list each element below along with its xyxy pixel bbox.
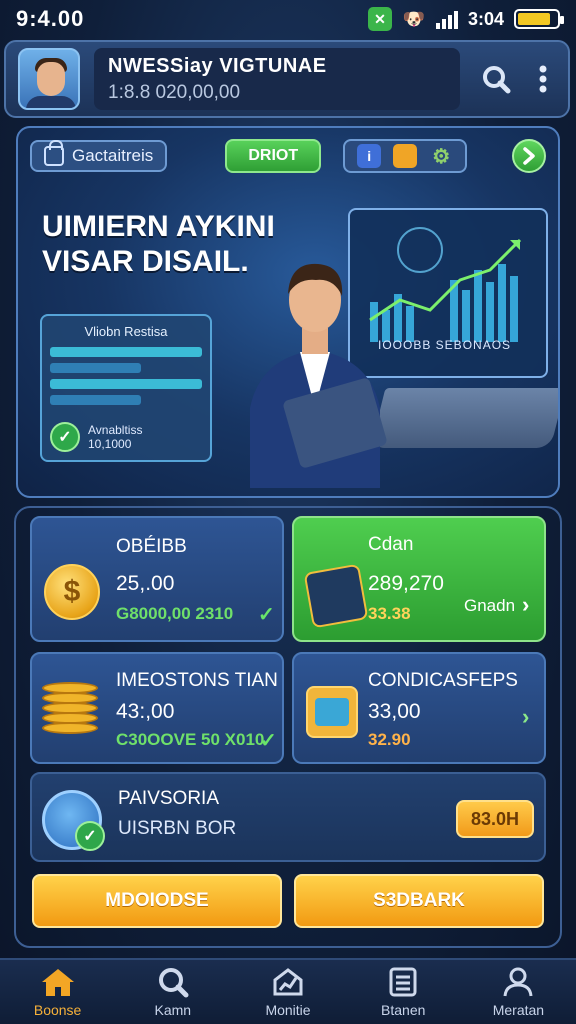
card-value: 25,.00 <box>116 572 175 595</box>
mini-row <box>50 347 202 357</box>
gem-icon <box>306 686 358 738</box>
header: NWESSiay VIGTUNAE 1:8.8 020,00,00 <box>4 40 570 118</box>
mini-panel-title: Vliobn Restisa <box>84 324 168 339</box>
header-actions <box>480 63 548 95</box>
mini-footer-text: Avnabltiss 10,1000 <box>88 423 142 452</box>
mini-row <box>50 395 142 405</box>
home-icon <box>41 969 74 996</box>
promo-badge[interactable]: 83.0H <box>456 800 534 838</box>
battery-level <box>518 13 551 25</box>
card-sub: G8000,00 2310 <box>116 604 234 623</box>
signal-icon <box>435 9 458 29</box>
search-icon <box>158 968 189 998</box>
check-icon: ✓ <box>260 730 277 752</box>
nav-item-search[interactable]: Kamn <box>115 960 230 1024</box>
card-title: IMEOSTONS TIAN <box>116 670 278 691</box>
lock-icon <box>44 140 64 166</box>
card-title: Cdan <box>368 534 414 555</box>
card-sub: C30OOVE 50 X010 <box>116 730 265 749</box>
nav-item-list[interactable]: Btanen <box>346 960 461 1024</box>
mini-panel-footer: ✓ Avnabltiss 10,1000 <box>50 422 142 452</box>
dog-icon: 🐶 <box>402 8 426 29</box>
nav-item-home[interactable]: Boonse <box>0 960 115 1024</box>
card-value: 43:,00 <box>116 700 175 723</box>
card-value: 289,270 <box>368 572 444 595</box>
nav-label: Boonse <box>33 1002 82 1018</box>
card-conditions[interactable]: CONDICASFEPS 33,00 32.90 › <box>292 652 546 764</box>
card-balance[interactable]: $ OBÉIBB 25,.00 G8000,00 2310 ✓ <box>30 516 284 642</box>
mini-dashboard-panel: Vliobn Restisa ✓ Avnabltiss 10,1000 <box>40 314 212 462</box>
list-icon <box>389 967 417 997</box>
profile-icon <box>503 967 533 997</box>
header-subtitle: 1:8.8 020,00,00 <box>108 81 241 103</box>
businessman-illustration <box>250 263 387 488</box>
search-icon[interactable] <box>480 63 512 95</box>
hero-toolbar: Gactaitreis DRIOT i ⚙ <box>30 138 546 174</box>
driot-button[interactable]: DRIOT <box>225 139 322 173</box>
promo-row[interactable]: PAIVSORIA UISRBN BOR 83.0H <box>30 772 546 862</box>
mini-row <box>50 379 202 389</box>
promo-title: PAIVSORIA <box>118 788 220 809</box>
dollar-coin-icon: $ <box>44 564 100 620</box>
next-button[interactable] <box>512 139 546 173</box>
avatar-face <box>37 62 65 96</box>
mini-footer-line2: 10,1000 <box>88 437 132 451</box>
battery-icon <box>514 9 564 29</box>
card-title: CONDICASFEPS <box>368 670 518 691</box>
status-right-time: 3:04 <box>467 8 504 29</box>
nav-label: Kamn <box>154 1002 192 1018</box>
bottom-nav: Boonse Kamn Monitie Btanen Meratan <box>0 958 576 1024</box>
mini-row <box>50 363 142 373</box>
header-info: NWESSiay VIGTUNAE 1:8.8 020,00,00 <box>94 48 460 110</box>
nav-label: Btanen <box>381 1002 426 1018</box>
info-icon[interactable]: i <box>357 144 382 168</box>
check-icon: ✓ <box>258 604 275 626</box>
card-value: 33,00 <box>368 700 421 723</box>
status-bar: 9:4.00 ✕ 🐶 3:04 <box>0 0 576 38</box>
category-chip-label: Gactaitreis <box>72 146 154 165</box>
nav-label: Monitie <box>265 1002 311 1018</box>
hero-banner: Gactaitreis DRIOT i ⚙ UIMIERN AYKINI VIS… <box>16 126 560 498</box>
gear-icon[interactable]: ⚙ <box>429 144 453 168</box>
chevron-right-icon[interactable]: › <box>522 592 529 618</box>
card-title: OBÉIBB <box>116 536 187 557</box>
more-vertical-icon[interactable] <box>538 64 548 94</box>
category-chip[interactable]: Gactaitreis <box>30 140 168 172</box>
app-green-icon: ✕ <box>367 7 392 31</box>
nav-label: Meratan <box>492 1002 545 1018</box>
shield-check-icon <box>42 790 105 851</box>
avatar-suit <box>26 96 76 108</box>
tool-group: i ⚙ <box>343 139 468 173</box>
nav-item-monitor[interactable]: Monitie <box>230 960 345 1024</box>
promo-subtitle: UISRBN BOR <box>118 818 237 839</box>
header-title: NWESSiay VIGTUNAE <box>108 54 327 77</box>
status-icons: ✕ 🐶 3:04 <box>367 7 564 31</box>
coin-stack-icon <box>42 682 104 738</box>
nav-item-profile[interactable]: Meratan <box>461 960 576 1024</box>
wallet-icon <box>303 563 369 629</box>
mini-panel-rows <box>50 347 202 405</box>
box-icon[interactable] <box>393 144 418 168</box>
right-action-button[interactable]: S3DBARK <box>294 874 544 928</box>
shield-check-icon: ✓ <box>50 422 80 452</box>
chevron-right-icon <box>523 147 535 165</box>
chart-icon <box>273 968 303 996</box>
left-action-button[interactable]: MDOIODSE <box>32 874 282 928</box>
mini-footer-line1: Avnabltiss <box>88 422 143 437</box>
avatar[interactable] <box>18 48 80 110</box>
card-cash[interactable]: Cdan 289,270 33.38 Gnadn › <box>292 516 546 642</box>
chevron-right-icon[interactable]: › <box>522 704 529 730</box>
card-sub: 32.90 <box>368 730 411 749</box>
status-time: 9:4.00 <box>16 6 85 31</box>
card-action-button[interactable]: Gnadn <box>464 596 515 616</box>
card-investments[interactable]: IMEOSTONS TIAN 43:,00 C30OOVE 50 X010 ✓ <box>30 652 284 764</box>
card-sub: 33.38 <box>368 604 411 623</box>
